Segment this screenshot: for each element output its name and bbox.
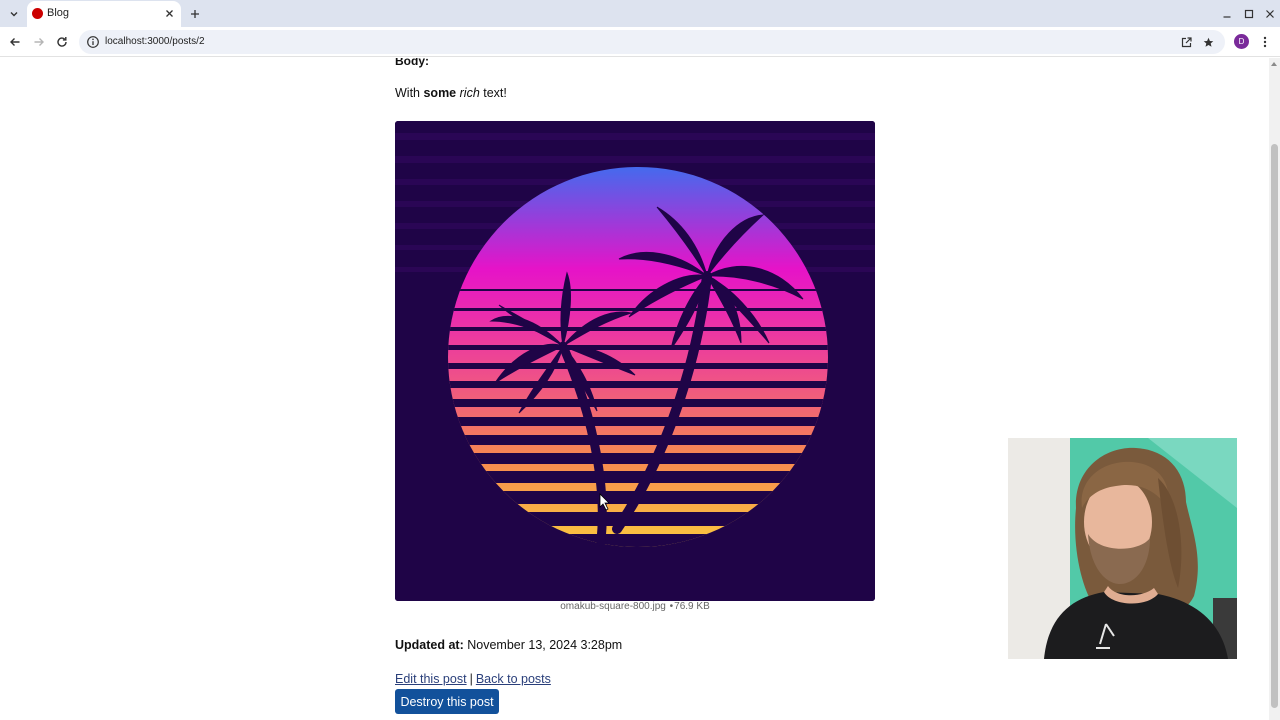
back-button[interactable] [6, 33, 24, 51]
synthwave-palm-image [395, 121, 875, 601]
plus-icon [190, 9, 199, 18]
forward-arrow-icon [34, 38, 44, 46]
new-tab-button[interactable] [186, 5, 203, 22]
window-close-icon [1265, 9, 1274, 18]
updated-at-label: Updated at: [395, 638, 464, 652]
body-text-prefix: With [395, 86, 424, 100]
open-in-app-button[interactable] [1178, 34, 1194, 50]
body-text-italic: rich [459, 86, 480, 100]
attachment-filename: omakub-square-800.jpg [560, 601, 666, 612]
caption-separator: • [669, 601, 674, 612]
forward-button[interactable] [30, 33, 48, 51]
tab-close-button[interactable] [162, 6, 177, 21]
post-body: With some rich text! [395, 86, 507, 100]
body-text-bold: some [423, 86, 457, 100]
back-to-posts-link[interactable]: Back to posts [476, 672, 551, 686]
scroll-thumb[interactable] [1271, 144, 1278, 708]
page-scrollbar[interactable] [1269, 58, 1280, 720]
destroy-post-button[interactable]: Destroy this post [395, 689, 499, 714]
tab-bar: Blog [0, 0, 1280, 27]
tab-title: Blog [47, 7, 70, 19]
link-separator: | [469, 672, 473, 686]
post-attachment-image[interactable] [395, 121, 875, 601]
profile-avatar[interactable]: D [1234, 34, 1249, 49]
url-text[interactable]: localhost:3000/posts/2 [105, 36, 205, 47]
reload-icon [57, 37, 67, 47]
maximize-button[interactable] [1240, 5, 1257, 22]
browser-toolbar: localhost:3000/posts/2 D [0, 27, 1280, 57]
info-icon[interactable] [86, 35, 100, 49]
body-text-suffix: text! [479, 86, 507, 100]
close-icon [166, 10, 173, 17]
body-label: Body: [395, 58, 429, 68]
favicon-icon [32, 8, 43, 19]
star-icon [1203, 37, 1213, 47]
minimize-button[interactable] [1218, 5, 1235, 22]
window-close-button[interactable] [1261, 5, 1278, 22]
post-actions: Edit this post | Back to posts [395, 672, 551, 686]
maximize-icon [1244, 9, 1253, 18]
tab-list-button[interactable] [5, 5, 22, 22]
more-vert-icon [1263, 36, 1267, 48]
updated-at: Updated at: November 13, 2024 3:28pm [395, 638, 622, 652]
browser-menu-button[interactable] [1258, 33, 1272, 51]
attachment-size: 76.9 KB [674, 601, 710, 612]
browser-tab-active[interactable]: Blog [27, 1, 181, 27]
scroll-up-arrow-icon[interactable] [1271, 62, 1277, 66]
presenter-video [1008, 438, 1237, 659]
reload-button[interactable] [53, 33, 71, 51]
webcam-overlay [1008, 438, 1237, 659]
back-arrow-icon [10, 38, 20, 46]
minimize-icon [1223, 15, 1230, 18]
attachment-caption: omakub-square-800.jpg •76.9 KB [395, 601, 875, 612]
edit-post-link[interactable]: Edit this post [395, 672, 467, 686]
bookmark-button[interactable] [1200, 34, 1216, 50]
updated-at-value: November 13, 2024 3:28pm [467, 638, 623, 652]
open-external-icon [1181, 36, 1192, 47]
tab-list-icon [10, 11, 17, 16]
address-bar[interactable]: localhost:3000/posts/2 [79, 30, 1225, 54]
